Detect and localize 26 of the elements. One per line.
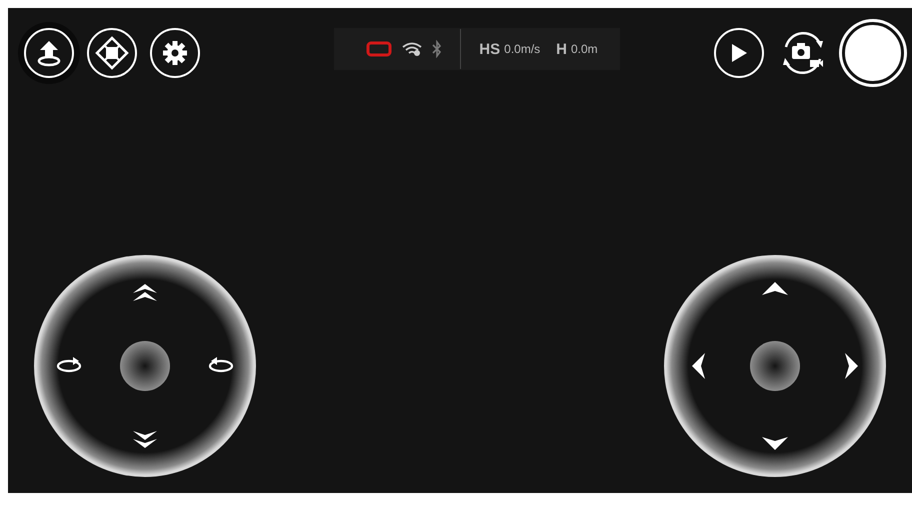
right-arrow-icon <box>845 353 858 379</box>
settings-icon <box>162 40 188 66</box>
joystick[interactable] <box>663 254 887 478</box>
play-button[interactable] <box>714 28 764 78</box>
height-value: 0.0m <box>571 42 598 56</box>
speed-label: HS <box>479 40 500 58</box>
settings-button[interactable] <box>150 28 200 78</box>
drone-button[interactable] <box>87 28 137 78</box>
joystick-knob[interactable] <box>120 341 170 391</box>
speed-value: 0.0m/s <box>504 42 540 56</box>
shutter-button[interactable] <box>842 22 904 84</box>
double-up-arrow-icon <box>133 284 157 301</box>
joystick-knob[interactable] <box>750 341 800 391</box>
up-arrow-icon <box>762 282 788 295</box>
rotate-left-icon <box>56 357 82 372</box>
joystick[interactable] <box>33 254 257 478</box>
bluetooth-icon <box>432 40 442 58</box>
down-arrow-icon <box>762 437 788 450</box>
left-arrow-icon <box>692 353 705 379</box>
drone-icon <box>95 36 129 70</box>
rotate-right-icon <box>208 357 234 372</box>
wifi-icon <box>402 42 422 56</box>
upload-arrow-icon <box>36 39 62 67</box>
double-down-arrow-icon <box>133 431 157 448</box>
battery-icon <box>366 41 392 57</box>
height-label: H <box>556 40 567 58</box>
